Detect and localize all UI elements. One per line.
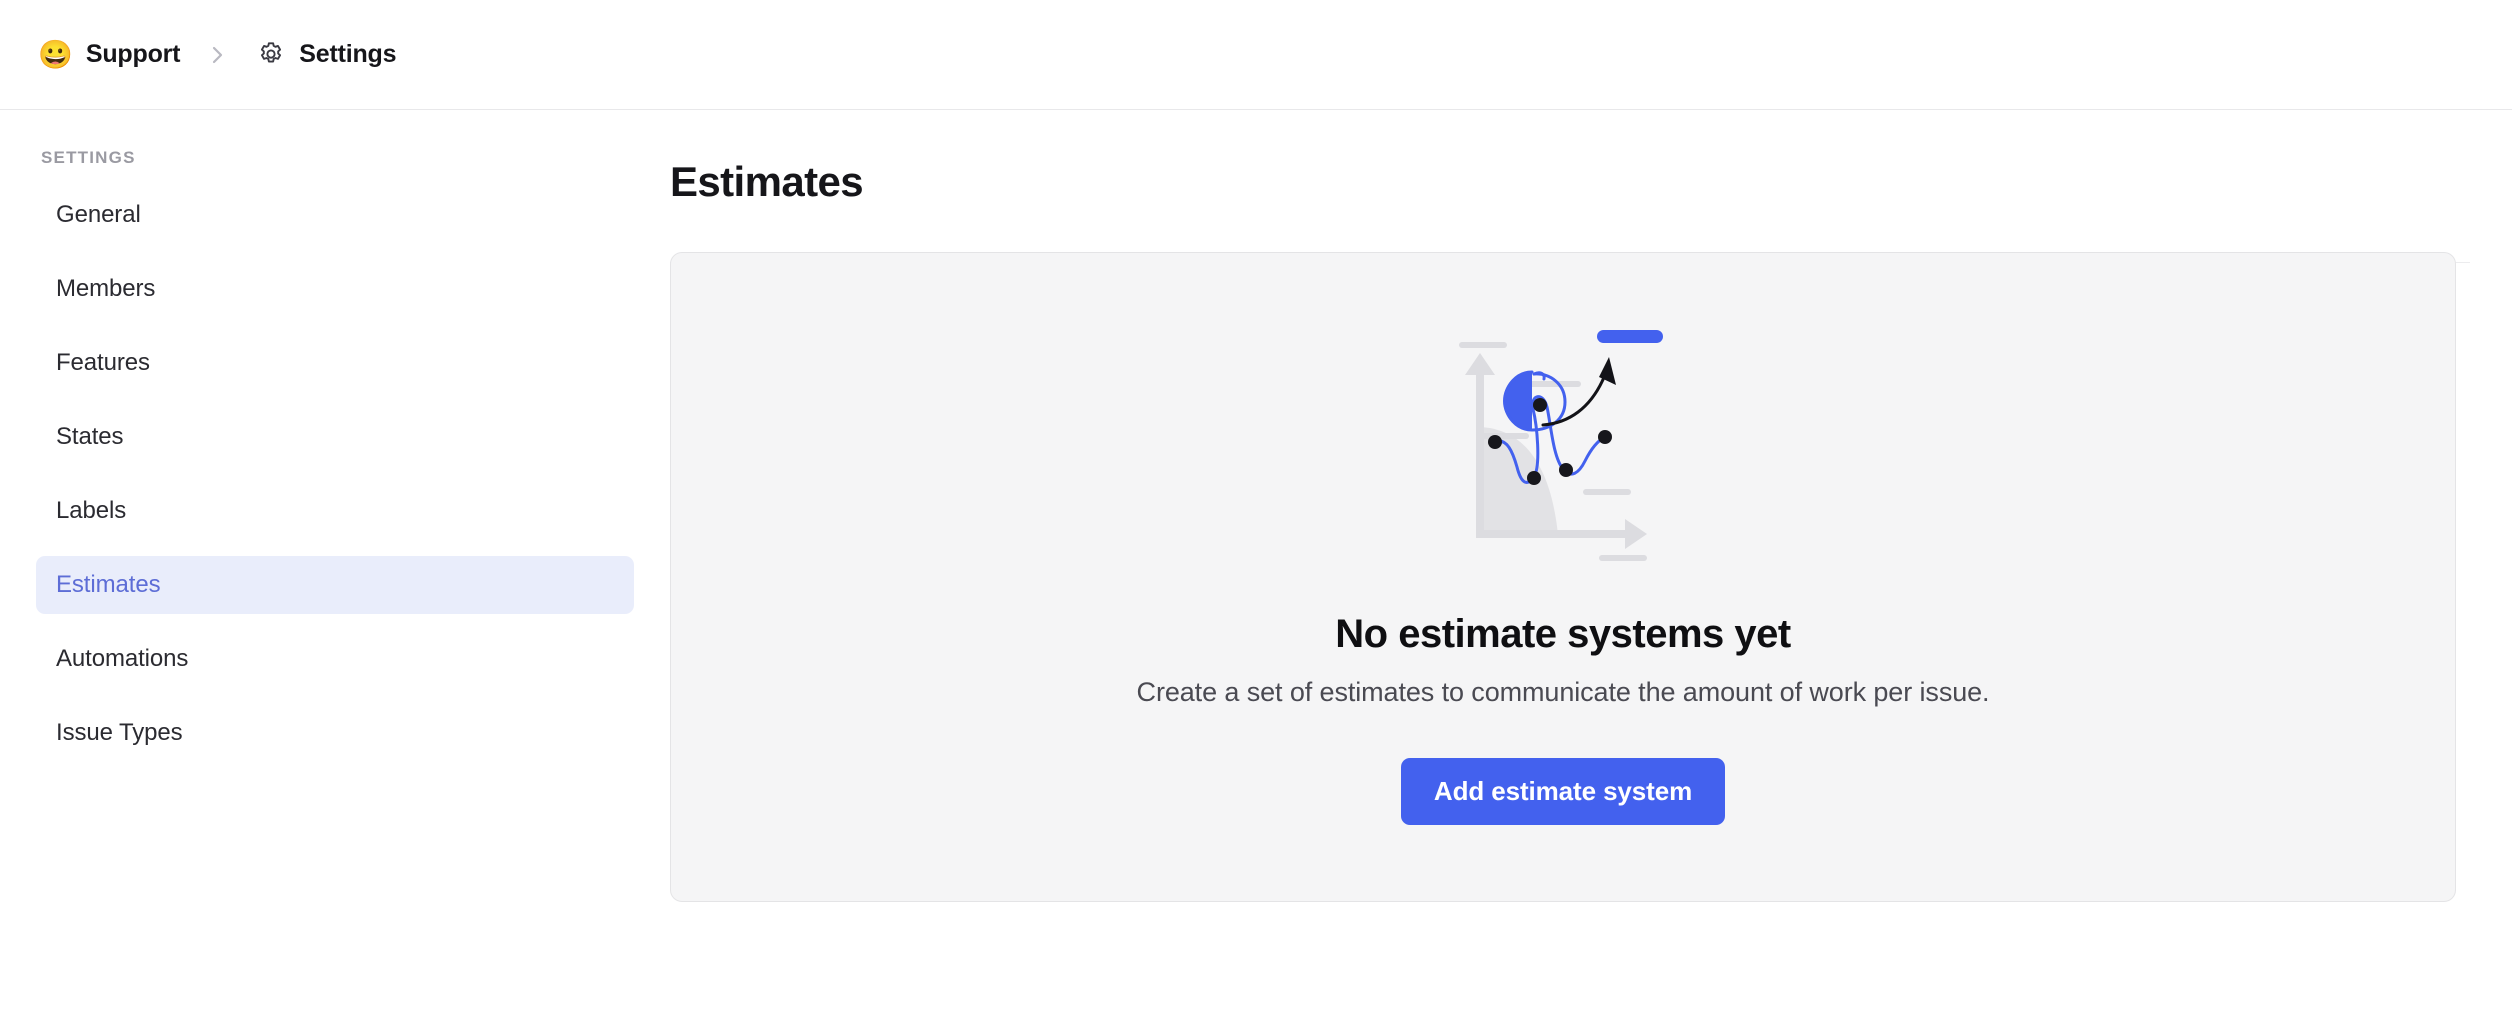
breadcrumb-workspace[interactable]: Support — [86, 40, 181, 69]
page-title: Estimates — [670, 158, 864, 205]
settings-sidebar: SETTINGS General Members Features States… — [0, 110, 670, 1010]
sidebar-item-labels[interactable]: Labels — [36, 482, 634, 540]
sidebar-item-general[interactable]: General — [36, 186, 634, 244]
sidebar-item-issue-types[interactable]: Issue Types — [36, 704, 634, 762]
grinning-face-emoji: 😀 — [38, 38, 73, 70]
sidebar-item-label: Members — [56, 275, 156, 302]
chevron-right-icon — [209, 41, 227, 69]
empty-state-card: No estimate systems yet Create a set of … — [670, 252, 2456, 902]
sidebar-item-label: Features — [56, 349, 150, 376]
empty-state-title: No estimate systems yet — [1335, 612, 1791, 656]
sidebar-item-label: Automations — [56, 645, 189, 672]
estimates-chart-illustration — [1433, 317, 1693, 582]
sidebar-item-label: Labels — [56, 497, 127, 524]
sidebar-item-features[interactable]: Features — [36, 334, 634, 392]
settings-page: 😀 Support Settings SETTINGS General Memb… — [0, 0, 2512, 1010]
sidebar-item-label: General — [56, 201, 141, 228]
sidebar-item-automations[interactable]: Automations — [36, 630, 634, 688]
breadcrumb-section[interactable]: Settings — [299, 40, 396, 69]
sidebar-item-estimates[interactable]: Estimates — [36, 556, 634, 614]
sidebar-heading: SETTINGS — [41, 148, 136, 167]
empty-state-subtitle: Create a set of estimates to communicate… — [1136, 677, 1990, 707]
sidebar-item-states[interactable]: States — [36, 408, 634, 466]
sidebar-item-label: States — [56, 423, 124, 450]
sidebar-item-label: Estimates — [56, 571, 161, 598]
top-breadcrumb-bar: 😀 Support Settings — [0, 0, 2512, 110]
sidebar-item-label: Issue Types — [56, 719, 183, 746]
main-content: Estimates No estimate systems yet Create… — [670, 110, 2512, 1010]
add-estimate-system-button[interactable]: Add estimate system — [1400, 758, 1726, 825]
gear-icon — [256, 40, 286, 70]
sidebar-nav-list: General Members Features States Labels E… — [0, 186, 670, 762]
sidebar-item-members[interactable]: Members — [36, 260, 634, 318]
breadcrumb: 😀 Support Settings — [38, 38, 397, 70]
